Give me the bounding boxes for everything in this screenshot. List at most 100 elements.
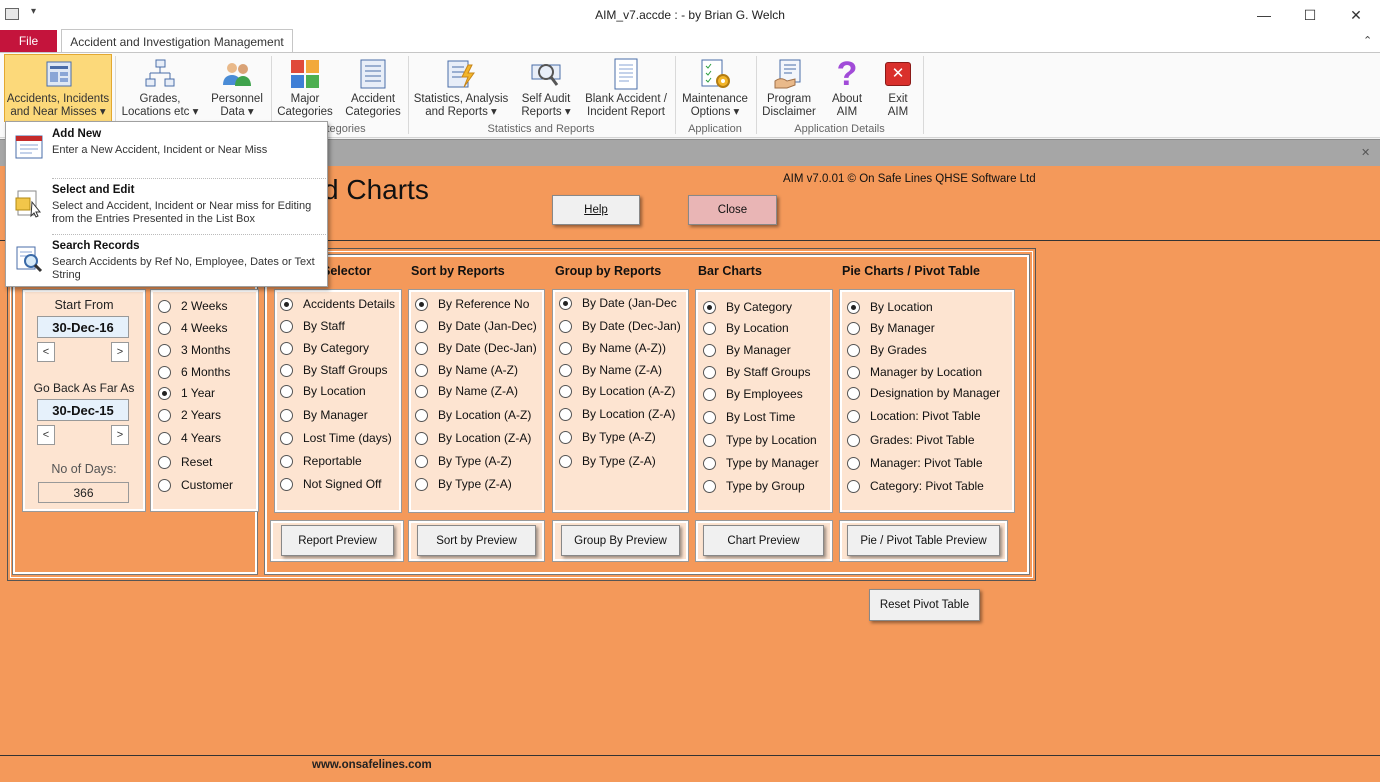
pie-option[interactable]: Manager by Location: [847, 362, 982, 382]
radio-button[interactable]: [559, 296, 572, 310]
accident-categories-button[interactable]: Accident Categories: [341, 55, 405, 123]
period-option[interactable]: Customer: [158, 475, 233, 495]
accidents-button[interactable]: Accidents, Incidents and Near Misses ▾: [4, 55, 112, 123]
radio-button[interactable]: [847, 456, 860, 470]
radio-button[interactable]: [559, 319, 572, 333]
go-back-field[interactable]: 30-Dec-15: [37, 399, 129, 421]
radio-button[interactable]: [559, 407, 572, 421]
radio-button[interactable]: [847, 479, 860, 493]
selector-option[interactable]: By Category: [280, 338, 369, 358]
radio-button[interactable]: [280, 384, 293, 398]
menu-item-search-records[interactable]: Search Records Search Accidents by Ref N…: [6, 234, 327, 290]
period-option[interactable]: 4 Weeks: [158, 318, 227, 338]
close-button[interactable]: Close: [688, 195, 777, 225]
radio-button[interactable]: [703, 410, 716, 424]
bar-option[interactable]: By Manager: [703, 340, 791, 360]
maximize-icon[interactable]: ☐: [1287, 0, 1333, 30]
bar-option[interactable]: Type by Manager: [703, 453, 819, 473]
sort-option[interactable]: By Name (Z-A): [415, 381, 518, 401]
sort-option[interactable]: By Location (A-Z): [415, 405, 531, 425]
self-audit-reports-button[interactable]: Self Audit Reports ▾: [515, 55, 577, 123]
personnel-data-button[interactable]: Personnel Data ▾: [205, 55, 269, 123]
goback-next-button[interactable]: >: [111, 425, 129, 445]
radio-button[interactable]: [158, 478, 171, 492]
radio-button[interactable]: [280, 477, 293, 491]
radio-button[interactable]: [280, 454, 293, 468]
sort-option[interactable]: By Reference No: [415, 294, 529, 314]
pie-option[interactable]: Grades: Pivot Table: [847, 430, 975, 450]
sort-option[interactable]: By Date (Dec-Jan): [415, 338, 537, 358]
period-option[interactable]: 1 Year: [158, 383, 215, 403]
menu-item-select-edit[interactable]: Select and Edit Select and Accident, Inc…: [6, 178, 327, 234]
bar-option[interactable]: Type by Group: [703, 476, 805, 496]
period-option[interactable]: 2 Years: [158, 405, 221, 425]
radio-button[interactable]: [847, 409, 860, 423]
selector-option[interactable]: By Staff Groups: [280, 360, 388, 380]
maintenance-options-button[interactable]: Maintenance Options ▾: [677, 55, 753, 123]
group-option[interactable]: By Type (Z-A): [559, 451, 656, 471]
selector-option[interactable]: By Location: [280, 381, 366, 401]
pie-option[interactable]: Location: Pivot Table: [847, 406, 981, 426]
radio-button[interactable]: [280, 363, 293, 377]
radio-button[interactable]: [703, 365, 716, 379]
radio-button[interactable]: [559, 341, 572, 355]
group-preview-button[interactable]: Group By Preview: [561, 525, 680, 556]
radio-button[interactable]: [415, 363, 428, 377]
radio-button[interactable]: [415, 454, 428, 468]
pie-option[interactable]: By Location: [847, 297, 933, 317]
group-option[interactable]: By Location (Z-A): [559, 404, 675, 424]
goback-prev-button[interactable]: <: [37, 425, 55, 445]
radio-button[interactable]: [415, 297, 428, 311]
radio-button[interactable]: [280, 341, 293, 355]
period-option[interactable]: 3 Months: [158, 340, 230, 360]
bar-option[interactable]: Type by Location: [703, 430, 817, 450]
selector-option[interactable]: Accidents Details: [280, 294, 395, 314]
selector-option[interactable]: Reportable: [280, 451, 362, 471]
group-option[interactable]: By Location (A-Z): [559, 381, 675, 401]
minimize-icon[interactable]: —: [1241, 0, 1287, 30]
radio-button[interactable]: [280, 408, 293, 422]
file-tab[interactable]: File: [0, 30, 57, 52]
bar-option[interactable]: By Employees: [703, 384, 803, 404]
bar-option[interactable]: By Lost Time: [703, 407, 795, 427]
radio-button[interactable]: [158, 386, 171, 400]
radio-button[interactable]: [415, 408, 428, 422]
group-option[interactable]: By Name (A-Z)): [559, 338, 666, 358]
radio-button[interactable]: [280, 319, 293, 333]
radio-button[interactable]: [703, 456, 716, 470]
menu-item-add-new[interactable]: Add New Enter a New Accident, Incident o…: [6, 122, 327, 178]
radio-button[interactable]: [559, 430, 572, 444]
radio-button[interactable]: [415, 431, 428, 445]
radio-button[interactable]: [847, 343, 860, 357]
sort-option[interactable]: By Name (A-Z): [415, 360, 518, 380]
grades-locations-button[interactable]: Grades, Locations etc ▾: [118, 55, 202, 123]
pie-option[interactable]: Category: Pivot Table: [847, 476, 984, 496]
period-option[interactable]: 2 Weeks: [158, 296, 227, 316]
tab-accident-management[interactable]: Accident and Investigation Management: [61, 29, 293, 53]
radio-button[interactable]: [158, 299, 171, 313]
radio-button[interactable]: [415, 477, 428, 491]
program-disclaimer-button[interactable]: Program Disclaimer: [758, 55, 820, 123]
selector-option[interactable]: Not Signed Off: [280, 474, 382, 494]
radio-button[interactable]: [158, 321, 171, 335]
reset-pivot-button[interactable]: Reset Pivot Table: [869, 589, 980, 621]
period-option[interactable]: Reset: [158, 452, 212, 472]
pie-option[interactable]: Designation by Manager: [847, 383, 1000, 403]
pie-option[interactable]: By Grades: [847, 340, 927, 360]
collapse-ribbon-icon[interactable]: ⌃: [1363, 34, 1372, 47]
blank-report-button[interactable]: Blank Accident / Incident Report: [580, 55, 672, 123]
pie-option[interactable]: Manager: Pivot Table: [847, 453, 983, 473]
radio-button[interactable]: [158, 431, 171, 445]
radio-button[interactable]: [559, 454, 572, 468]
sort-option[interactable]: By Type (Z-A): [415, 474, 512, 494]
radio-button[interactable]: [703, 433, 716, 447]
selector-option[interactable]: By Manager: [280, 405, 368, 425]
major-categories-button[interactable]: Major Categories: [273, 55, 337, 123]
bar-option[interactable]: By Location: [703, 318, 789, 338]
pie-preview-button[interactable]: Pie / Pivot Table Preview: [847, 525, 1000, 556]
group-option[interactable]: By Date (Jan-Dec: [559, 293, 677, 313]
radio-button[interactable]: [559, 384, 572, 398]
radio-button[interactable]: [559, 363, 572, 377]
exit-aim-button[interactable]: ✕ Exit AIM: [875, 55, 921, 123]
sort-option[interactable]: By Date (Jan-Dec): [415, 316, 537, 336]
